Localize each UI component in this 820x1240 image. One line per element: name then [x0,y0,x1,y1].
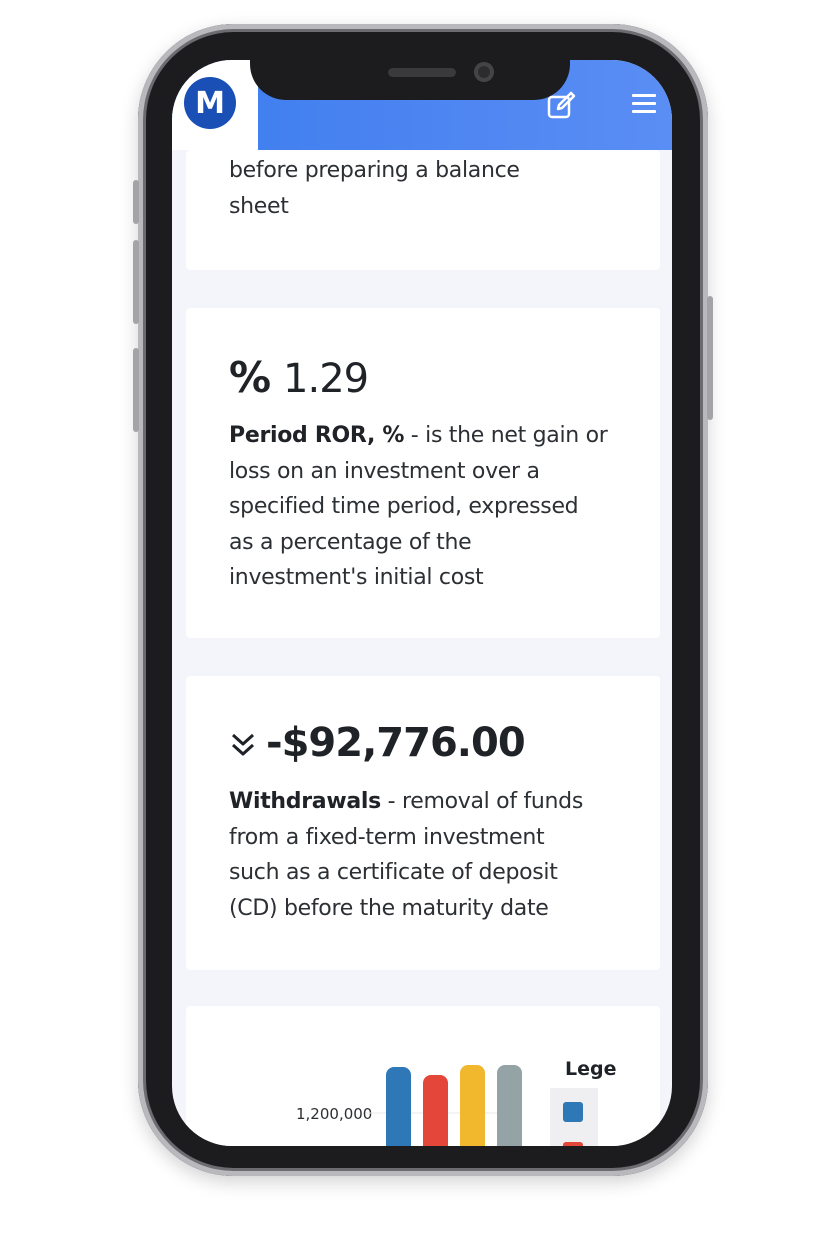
description-line: from a fixed-term investment [229,824,545,850]
metric-card-partial: before preparing a balance sheet [186,150,660,270]
description-line: loss on an investment over a [229,458,540,484]
logo-area: M [172,60,258,150]
chart-bar [497,1065,522,1146]
card-description: before preparing a balance sheet [229,153,629,224]
phone-speaker [388,68,456,77]
phone-side-button [133,240,139,324]
legend-title: Lege [565,1058,617,1080]
description-line: before preparing a balance [229,158,520,183]
description-line: specified time period, expressed [229,494,579,519]
y-tick-label: 1,200,000 [296,1105,373,1123]
description-line: such as a certificate of deposit [229,860,558,885]
description-line: - is the net gain or [404,423,608,448]
double-chevron-down-icon [229,732,257,758]
hamburger-menu-icon[interactable] [632,94,658,116]
description-line: investment's initial cost [229,565,484,590]
metric-term: Withdrawals [229,789,381,814]
card-description: Withdrawals - removal of funds from a fi… [229,784,629,926]
chart-card: 1,200,000 Lege [186,1006,660,1146]
logo-icon[interactable]: M [184,77,236,129]
phone-notch [250,60,570,100]
chart-legend [550,1088,598,1146]
card-description: Period ROR, % - is the net gain or loss … [229,418,629,596]
percent-icon: % [229,353,271,402]
description-line: as a percentage of the [229,529,472,555]
description-line: (CD) before the maturity date [229,895,549,921]
phone-side-button [133,348,139,432]
chart-bar [386,1067,411,1146]
metric-term: Period ROR, % [229,423,405,448]
metric-card-withdrawals: -$92,776.00 Withdrawals - removal of fun… [186,676,660,970]
metric-number: 1.29 [283,356,369,402]
legend-swatch [563,1102,583,1122]
description-line: sheet [229,193,289,219]
chart-bar [460,1065,485,1146]
metric-value: % 1.29 [229,353,369,402]
description-line: - removal of funds [380,789,584,814]
chart-bar [423,1075,448,1146]
phone-screen: M before preparing a balance sheet % 1.2… [172,60,672,1146]
metric-card-ror: % 1.29 Period ROR, % - is the net gain o… [186,308,660,638]
phone-side-button [133,180,139,224]
metric-number: -$92,776.00 [266,720,526,766]
legend-swatch [563,1142,583,1146]
phone-side-button [707,296,713,420]
phone-camera [474,62,494,82]
